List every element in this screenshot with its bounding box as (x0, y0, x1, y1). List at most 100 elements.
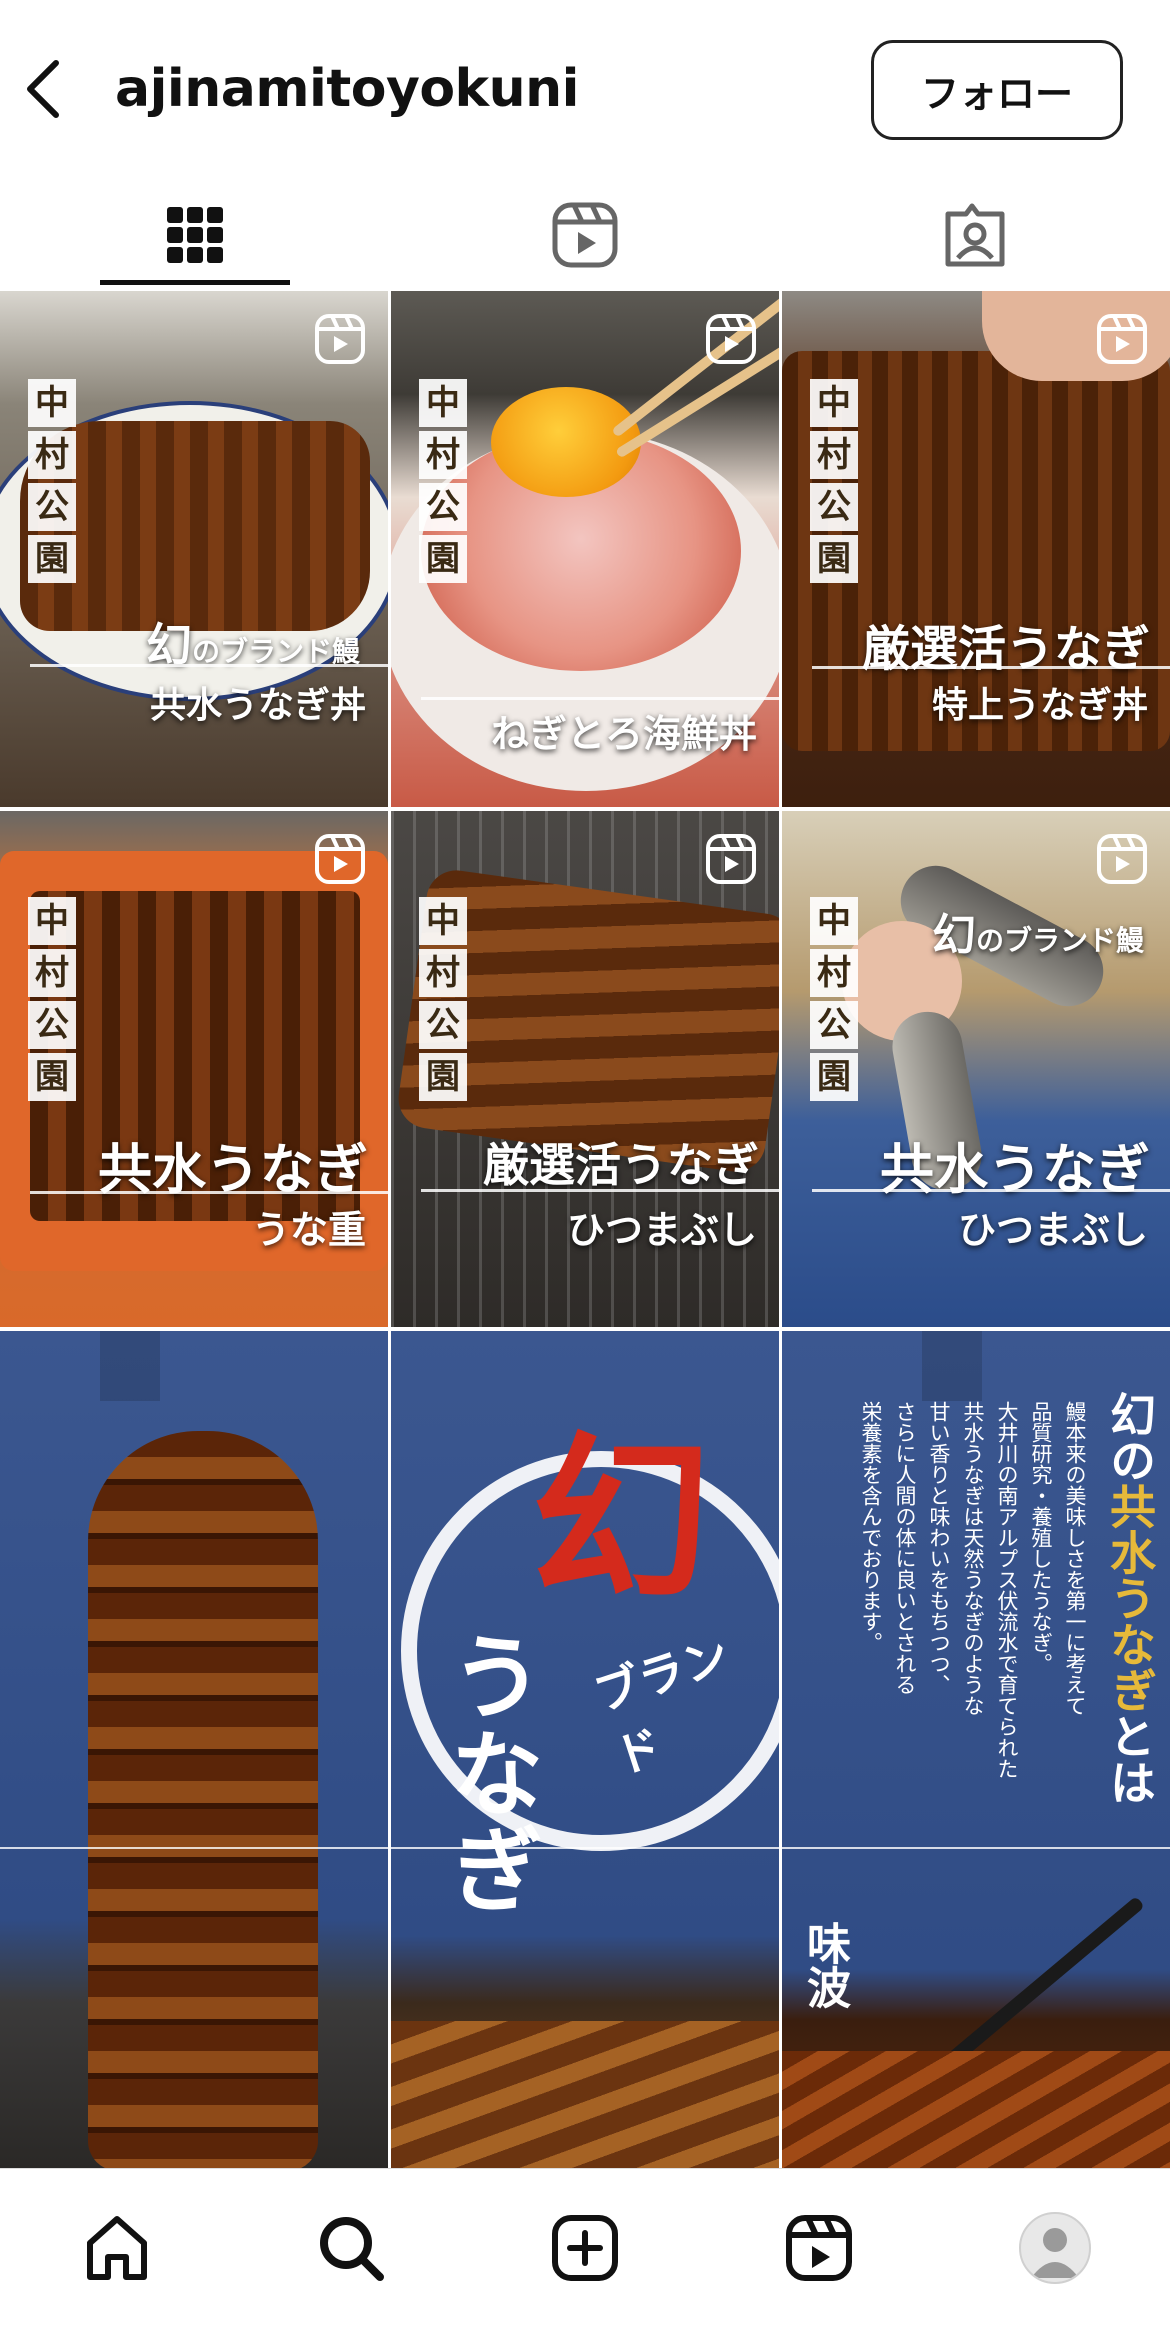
desc-line: 甘い香りと味わいをもちつつ、 (927, 1401, 951, 1695)
location-tag: 中 村 公 園 (28, 897, 76, 1101)
caption-divider (421, 697, 779, 700)
tag-char: 園 (419, 1053, 467, 1101)
post-thumbnail[interactable]: 幻 ブランド うなぎ (391, 1331, 779, 2168)
title-highlight: 共水うなぎ (1103, 1483, 1157, 1713)
nav-create[interactable] (540, 2203, 630, 2293)
post-thumbnail[interactable]: 中 村 公 園 厳選活うなぎ 特上うなぎ丼 (782, 291, 1170, 807)
post-thumbnail[interactable]: 中 村 公 園 ねぎとろ海鮮丼 (391, 291, 779, 807)
tagged-person-icon (945, 203, 1005, 267)
profile-avatar (1019, 2212, 1091, 2284)
reel-badge-icon (1097, 314, 1147, 364)
noren-fold (922, 1331, 982, 1401)
desc-line: 品質研究・養殖したうなぎ。 (1029, 1401, 1053, 1674)
chevron-left-icon (27, 60, 59, 118)
tab-tagged[interactable] (880, 180, 1070, 290)
grid-divider (0, 1847, 1170, 1849)
location-tag: 中 村 公 園 (810, 897, 858, 1101)
caption-emphasis: 幻 (931, 910, 976, 961)
tag-char: 村 (419, 431, 467, 479)
grid-divider (0, 807, 1170, 811)
tag-char: 園 (810, 535, 858, 583)
brand-side-text: うなぎ (451, 1625, 544, 1926)
desc-line: 鰻本来の美味しさを第一に考えて (1063, 1401, 1087, 1716)
nav-profile[interactable] (1010, 2203, 1100, 2293)
tag-char: 村 (810, 949, 858, 997)
reel-badge-icon (1097, 834, 1147, 884)
reels-icon (552, 202, 618, 268)
post-thumbnail[interactable]: 中 村 公 園 幻のブランド鰻 共水うなぎ丼 (0, 291, 388, 807)
tag-char: 園 (28, 535, 76, 583)
reel-badge-icon (315, 834, 365, 884)
tag-char: 中 (419, 379, 467, 427)
caption-line2: 特上うなぎ丼 (931, 684, 1148, 726)
tag-char: 園 (810, 1053, 858, 1101)
tag-char: 中 (28, 897, 76, 945)
description-text: 鰻本来の美味しさを第一に考えて 品質研究・養殖したうなぎ。 大井川の南アルプス伏… (812, 1401, 1092, 1881)
follow-button[interactable]: フォロー (871, 40, 1123, 140)
grid-icon (167, 207, 223, 263)
post-thumbnail[interactable]: 幻の共水うなぎとは 鰻本来の美味しさを第一に考えて 品質研究・養殖したうなぎ。 … (782, 1331, 1170, 2168)
desc-line: 栄養素を含んでおります。 (859, 1401, 883, 1653)
bottom-navigation (0, 2168, 1170, 2337)
desc-line: 大井川の南アルプス伏流水で育てられた (995, 1401, 1019, 1779)
caption-line2: ねぎとろ海鮮丼 (490, 711, 757, 756)
location-tag: 中 村 公 園 (810, 379, 858, 583)
reel-badge-icon (315, 314, 365, 364)
signature-logo: 味波 (799, 1921, 850, 2009)
caption-line2: ひつまぶし (957, 1207, 1148, 1252)
caption-divider (812, 1189, 1170, 1192)
back-button[interactable] (20, 54, 68, 124)
tag-char: 村 (810, 431, 858, 479)
tag-char: 中 (419, 897, 467, 945)
location-tag: 中 村 公 園 (419, 379, 467, 583)
tab-reels[interactable] (490, 180, 680, 290)
caption-line2: ひつまぶし (566, 1207, 757, 1252)
grid-divider (388, 291, 391, 2168)
caption-divider (421, 1189, 779, 1192)
post-title-vertical: 幻の共水うなぎとは (1100, 1391, 1157, 1805)
tag-char: 中 (810, 897, 858, 945)
desc-line: さらに人間の体に良いとされる (893, 1401, 917, 1695)
caption-line1: 厳選活うなぎ (483, 1138, 759, 1192)
nav-reels[interactable] (774, 2203, 864, 2293)
tag-char: 公 (28, 1001, 76, 1049)
post-thumbnail[interactable]: 中 村 公 園 共水うなぎ うな重 (0, 811, 388, 1327)
tag-char: 公 (419, 483, 467, 531)
nav-search[interactable] (306, 2203, 396, 2293)
default-avatar-icon (1031, 2228, 1079, 2278)
tag-char: 中 (810, 379, 858, 427)
egg-yolk-image (491, 387, 641, 497)
caption-divider (812, 666, 1170, 669)
caption-text: のブランド鰻 (975, 924, 1144, 957)
tag-char: 園 (28, 1053, 76, 1101)
grilled-eel-image (88, 1431, 318, 2168)
caption-line2: うな重 (251, 1207, 366, 1252)
noren-fold (100, 1331, 160, 1401)
profile-username: ajinamitoyokuni (115, 59, 580, 119)
tag-char: 中 (28, 379, 76, 427)
create-icon (552, 2215, 618, 2281)
brand-big-mark: 幻 (531, 1415, 712, 1626)
location-tag: 中 村 公 園 (419, 897, 467, 1101)
search-icon (320, 2217, 384, 2281)
tag-char: 公 (28, 483, 76, 531)
profile-header: ajinamitoyokuni フォロー (0, 0, 1170, 180)
post-thumbnail[interactable]: 中 村 公 園 厳選活うなぎ ひつまぶし (391, 811, 779, 1327)
eel-image (782, 2051, 1170, 2168)
post-thumbnail[interactable]: 幻のブランド鰻 中 村 公 園 共水うなぎ ひつまぶし (782, 811, 1170, 1327)
reels-icon (786, 2215, 852, 2281)
tag-char: 村 (419, 949, 467, 997)
post-thumbnail[interactable] (0, 1331, 388, 2168)
tag-char: 園 (419, 535, 467, 583)
tag-char: 公 (419, 1001, 467, 1049)
location-tag: 中 村 公 園 (28, 379, 76, 583)
nav-home[interactable] (72, 2203, 162, 2293)
profile-tabs (0, 180, 1170, 290)
caption-top: 幻のブランド鰻 (932, 899, 1144, 963)
caption-line2: 共水うなぎ丼 (149, 684, 366, 726)
tab-posts-grid[interactable] (100, 180, 290, 290)
reel-badge-icon (706, 314, 756, 364)
grid-divider (779, 291, 782, 2168)
tag-char: 公 (810, 483, 858, 531)
caption-line1: 共水うなぎ (880, 1137, 1150, 1201)
